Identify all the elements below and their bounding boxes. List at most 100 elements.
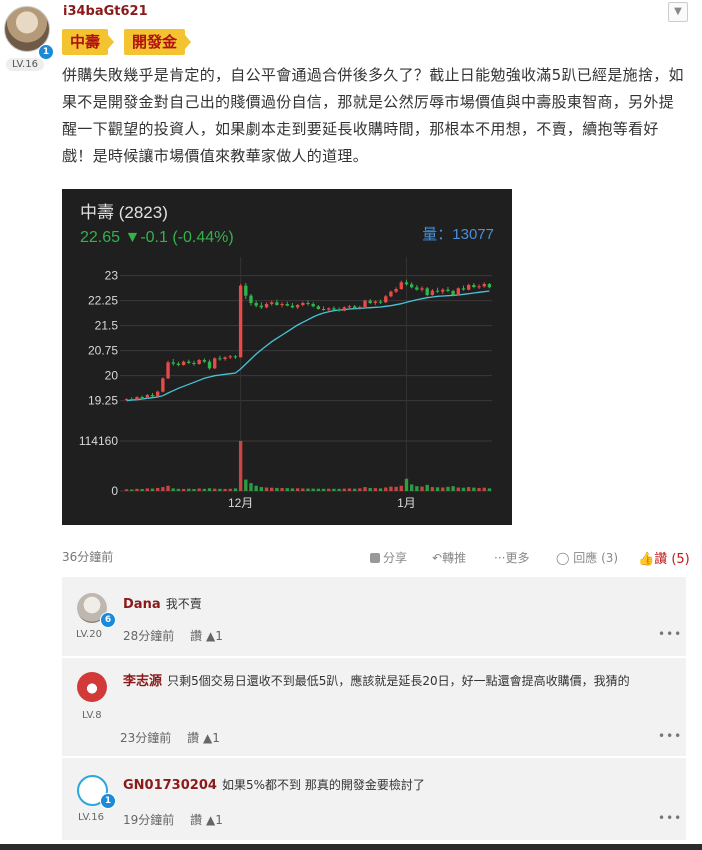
commenter-avatar[interactable] [77, 672, 107, 702]
more-button[interactable]: ···更多 [494, 549, 529, 566]
comment-line: Dana 我不賣 [123, 593, 202, 615]
candle-body [150, 395, 155, 397]
volume-bar [254, 485, 258, 491]
candle-body [394, 289, 398, 292]
candle-body [409, 284, 414, 288]
tag-kaifajin[interactable]: 開發金 [124, 29, 192, 55]
volume-bar [399, 485, 403, 491]
tag-zhongshou[interactable]: 中壽 [62, 29, 115, 55]
volume-bar [373, 488, 378, 491]
volume-bar [156, 487, 160, 491]
badge-count: 1 [100, 793, 116, 809]
candle-body [197, 360, 201, 364]
more-options-icon[interactable]: ••• [658, 627, 682, 641]
candle-body [124, 399, 129, 400]
candle-body [280, 304, 284, 305]
author-name[interactable]: i34baGt621 [63, 4, 148, 19]
candle-body [223, 357, 227, 359]
stock-chart[interactable]: 中壽 (2823) 22.65 ▼-0.1 (-0.44%) 量：13077 2… [62, 189, 512, 525]
commenter-name[interactable]: GN01730204 [123, 778, 217, 793]
volume-bar [244, 479, 248, 491]
candle-body [145, 395, 150, 398]
volume-tick-label: 0 [111, 484, 118, 498]
comment-meta: 19分鐘前 讚 ▲1 [123, 811, 223, 828]
volume-bar [290, 488, 295, 491]
y-tick-label: 23 [105, 269, 119, 283]
share-button[interactable]: 分享 [370, 549, 407, 566]
volume-bar [197, 488, 201, 491]
volume-bar [472, 487, 476, 491]
candle-body [187, 361, 191, 363]
comment-like-button[interactable]: 讚 ▲1 [190, 629, 223, 643]
comment-meta: 23分鐘前 讚 ▲1 [120, 729, 220, 746]
comment-like-button[interactable]: 讚 ▲1 [187, 731, 220, 745]
volume-bar [389, 486, 393, 491]
comment-item: LV.8 李志源 只剩5個交易日還收不到最低5趴，應該就是延長20日，好一點還會… [62, 658, 686, 756]
volume-bar [415, 486, 419, 491]
candle-body [301, 303, 305, 305]
candle-body [415, 287, 419, 290]
comment-text: 我不賣 [165, 597, 202, 611]
candle-body [207, 361, 212, 369]
volume-bar [249, 483, 253, 491]
volume-bar [404, 478, 409, 491]
candle-body [373, 301, 378, 303]
more-options-icon[interactable]: ••• [658, 729, 682, 743]
volume-bar [420, 486, 424, 491]
author-level: LV.16 [6, 58, 44, 71]
comment-meta: 28分鐘前 讚 ▲1 [123, 627, 223, 644]
volume-bar [270, 487, 274, 491]
candle-body [161, 378, 165, 392]
candle-body [176, 363, 181, 365]
volume-bar [223, 488, 227, 491]
candle-body [290, 305, 295, 308]
candle-body [378, 301, 383, 303]
chart-title: 中壽 (2823) [80, 203, 168, 222]
volume-bar [285, 488, 289, 491]
candle-body [384, 296, 388, 303]
volume-bar [202, 488, 207, 491]
repost-button[interactable]: ↶轉推 [432, 549, 466, 566]
more-label: 更多 [505, 551, 530, 565]
repost-icon: ↶ [432, 551, 443, 565]
volume-bar [228, 488, 232, 491]
candle-body [482, 284, 486, 287]
candle-body [249, 295, 253, 303]
y-tick-label: 20 [105, 369, 119, 383]
candle-body [275, 302, 279, 305]
candle-body [337, 309, 341, 311]
candle-body [363, 300, 367, 307]
reply-button[interactable]: ◯ 回應 (3) [556, 549, 618, 566]
volume-bar [342, 488, 346, 491]
like-button[interactable]: 👍讚 (5) [638, 548, 690, 567]
commenter-name[interactable]: Dana [123, 597, 161, 612]
candle-body [456, 288, 460, 295]
comment-text: 如果5%都不到 那真的開發金要檢討了 [222, 778, 425, 792]
candle-body [399, 282, 403, 289]
volume-bar [311, 488, 315, 491]
candle-body [218, 358, 222, 360]
candle-body [270, 302, 274, 304]
thumbs-up-icon: ▲ [205, 629, 216, 643]
candle-body [285, 304, 289, 306]
chevron-down-icon[interactable]: ▼ [668, 2, 688, 22]
volume-bar [451, 486, 455, 491]
candle-body [259, 305, 264, 308]
candle-body [130, 399, 134, 400]
volume-bar [171, 488, 175, 491]
y-tick-label: 21.5 [95, 319, 119, 333]
like-label: 讚 [187, 731, 200, 745]
commenter-name[interactable]: 李志源 [123, 674, 162, 689]
volume-bar [280, 488, 284, 491]
volume-bar [461, 487, 466, 491]
volume-bar [301, 488, 305, 491]
volume-bar [140, 489, 144, 491]
repost-label: 轉推 [442, 551, 467, 565]
volume-bar [477, 487, 481, 491]
comment-like-button[interactable]: 讚 ▲1 [190, 813, 223, 827]
more-options-icon[interactable]: ••• [658, 811, 682, 825]
reply-label: 回應 (3) [573, 551, 619, 565]
volume-bar [466, 487, 471, 491]
candle-body [461, 288, 466, 290]
badge-count: 1 [38, 44, 54, 60]
